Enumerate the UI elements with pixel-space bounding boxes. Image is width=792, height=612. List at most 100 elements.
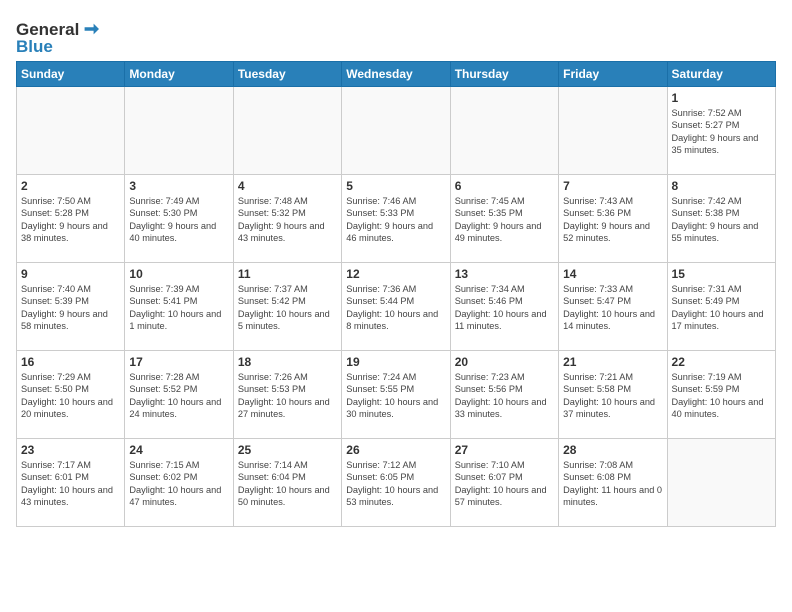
calendar-cell: 19 Sunrise: 7:24 AM Sunset: 5:55 PM Dayli…	[342, 351, 450, 439]
calendar-cell: 1Sunrise: 7:52 AM Sunset: 5:27 PM Daylig…	[667, 87, 775, 175]
day-info: Sunrise: 7:10 AM Sunset: 6:07 PM Dayligh…	[455, 459, 554, 509]
day-info: Sunrise: 7:08 AM Sunset: 6:08 PM Dayligh…	[563, 459, 662, 509]
day-info: Sunrise: 7:48 AM Sunset: 5:32 PM Dayligh…	[238, 195, 337, 245]
weekday-header-thursday: Thursday	[450, 62, 558, 87]
day-info: Sunrise: 7:28 AM Sunset: 5:52 PM Dayligh…	[129, 371, 228, 421]
day-number: 23	[21, 443, 120, 457]
day-number: 5	[346, 179, 445, 193]
calendar-cell: 20 Sunrise: 7:23 AM Sunset: 5:56 PM Dayli…	[450, 351, 558, 439]
calendar-week-1: 2 Sunrise: 7:50 AM Sunset: 5:28 PM Daylig…	[17, 175, 776, 263]
day-number: 3	[129, 179, 228, 193]
calendar-cell: 24Sunrise: 7:15 AM Sunset: 6:02 PM Dayli…	[125, 439, 233, 527]
calendar-cell: 8Sunrise: 7:42 AM Sunset: 5:38 PM Daylig…	[667, 175, 775, 263]
calendar-cell: 16 Sunrise: 7:29 AM Sunset: 5:50 PM Dayli…	[17, 351, 125, 439]
day-number: 28	[563, 443, 662, 457]
day-number: 13	[455, 267, 554, 281]
day-info: Sunrise: 7:24 AM Sunset: 5:55 PM Dayligh…	[346, 371, 445, 421]
weekday-header-wednesday: Wednesday	[342, 62, 450, 87]
calendar-cell: 14 Sunrise: 7:33 AM Sunset: 5:47 PM Dayli…	[559, 263, 667, 351]
logo: General Blue	[16, 20, 99, 55]
calendar-cell	[667, 439, 775, 527]
day-info: Sunrise: 7:36 AM Sunset: 5:44 PM Dayligh…	[346, 283, 445, 333]
day-number: 19	[346, 355, 445, 369]
weekday-header-sunday: Sunday	[17, 62, 125, 87]
calendar-cell: 22 Sunrise: 7:19 AM Sunset: 5:59 PM Dayli…	[667, 351, 775, 439]
calendar-week-4: 23 Sunrise: 7:17 AM Sunset: 6:01 PM Dayli…	[17, 439, 776, 527]
day-info: Sunrise: 7:19 AM Sunset: 5:59 PM Dayligh…	[672, 371, 771, 421]
day-number: 9	[21, 267, 120, 281]
day-info: Sunrise: 7:37 AM Sunset: 5:42 PM Dayligh…	[238, 283, 337, 333]
day-number: 26	[346, 443, 445, 457]
calendar-cell	[17, 87, 125, 175]
day-info: Sunrise: 7:26 AM Sunset: 5:53 PM Dayligh…	[238, 371, 337, 421]
day-number: 14	[563, 267, 662, 281]
calendar-week-2: 9 Sunrise: 7:40 AM Sunset: 5:39 PM Daylig…	[17, 263, 776, 351]
calendar-cell: 17 Sunrise: 7:28 AM Sunset: 5:52 PM Dayli…	[125, 351, 233, 439]
calendar-cell: 15 Sunrise: 7:31 AM Sunset: 5:49 PM Dayli…	[667, 263, 775, 351]
day-number: 18	[238, 355, 337, 369]
calendar-cell: 4 Sunrise: 7:48 AM Sunset: 5:32 PM Daylig…	[233, 175, 341, 263]
day-info: Sunrise: 7:29 AM Sunset: 5:50 PM Dayligh…	[21, 371, 120, 421]
calendar-cell	[342, 87, 450, 175]
calendar-cell: 10 Sunrise: 7:39 AM Sunset: 5:41 PM Dayli…	[125, 263, 233, 351]
day-info: Sunrise: 7:50 AM Sunset: 5:28 PM Dayligh…	[21, 195, 120, 245]
day-info: Sunrise: 7:23 AM Sunset: 5:56 PM Dayligh…	[455, 371, 554, 421]
calendar-cell: 26 Sunrise: 7:12 AM Sunset: 6:05 PM Dayli…	[342, 439, 450, 527]
calendar-cell: 21Sunrise: 7:21 AM Sunset: 5:58 PM Dayli…	[559, 351, 667, 439]
day-info: Sunrise: 7:43 AM Sunset: 5:36 PM Dayligh…	[563, 195, 662, 245]
day-number: 17	[129, 355, 228, 369]
day-info: Sunrise: 7:31 AM Sunset: 5:49 PM Dayligh…	[672, 283, 771, 333]
day-info: Sunrise: 7:45 AM Sunset: 5:35 PM Dayligh…	[455, 195, 554, 245]
calendar-cell: 25 Sunrise: 7:14 AM Sunset: 6:04 PM Dayli…	[233, 439, 341, 527]
calendar-cell: 3Sunrise: 7:49 AM Sunset: 5:30 PM Daylig…	[125, 175, 233, 263]
day-info: Sunrise: 7:17 AM Sunset: 6:01 PM Dayligh…	[21, 459, 120, 509]
day-info: Sunrise: 7:40 AM Sunset: 5:39 PM Dayligh…	[21, 283, 120, 333]
calendar-week-3: 16 Sunrise: 7:29 AM Sunset: 5:50 PM Dayli…	[17, 351, 776, 439]
calendar-cell: 23 Sunrise: 7:17 AM Sunset: 6:01 PM Dayli…	[17, 439, 125, 527]
day-number: 21	[563, 355, 662, 369]
day-info: Sunrise: 7:39 AM Sunset: 5:41 PM Dayligh…	[129, 283, 228, 333]
day-info: Sunrise: 7:15 AM Sunset: 6:02 PM Dayligh…	[129, 459, 228, 509]
calendar-cell: 6 Sunrise: 7:45 AM Sunset: 5:35 PM Daylig…	[450, 175, 558, 263]
logo-icon	[81, 20, 99, 38]
logo-general-text: General	[16, 21, 79, 38]
day-number: 22	[672, 355, 771, 369]
calendar-cell: 27 Sunrise: 7:10 AM Sunset: 6:07 PM Dayli…	[450, 439, 558, 527]
day-number: 11	[238, 267, 337, 281]
calendar-cell: 11 Sunrise: 7:37 AM Sunset: 5:42 PM Dayli…	[233, 263, 341, 351]
weekday-header-saturday: Saturday	[667, 62, 775, 87]
calendar-cell: 12 Sunrise: 7:36 AM Sunset: 5:44 PM Dayli…	[342, 263, 450, 351]
day-info: Sunrise: 7:14 AM Sunset: 6:04 PM Dayligh…	[238, 459, 337, 509]
calendar-cell: 9 Sunrise: 7:40 AM Sunset: 5:39 PM Daylig…	[17, 263, 125, 351]
logo-blue-text: Blue	[16, 38, 53, 55]
calendar-table: SundayMondayTuesdayWednesdayThursdayFrid…	[16, 61, 776, 527]
calendar-cell: 7 Sunrise: 7:43 AM Sunset: 5:36 PM Daylig…	[559, 175, 667, 263]
day-number: 20	[455, 355, 554, 369]
day-number: 2	[21, 179, 120, 193]
calendar-cell	[450, 87, 558, 175]
header: General Blue	[16, 16, 776, 55]
calendar-cell: 5Sunrise: 7:46 AM Sunset: 5:33 PM Daylig…	[342, 175, 450, 263]
calendar-cell	[559, 87, 667, 175]
day-number: 16	[21, 355, 120, 369]
calendar-cell: 28 Sunrise: 7:08 AM Sunset: 6:08 PM Dayli…	[559, 439, 667, 527]
day-info: Sunrise: 7:12 AM Sunset: 6:05 PM Dayligh…	[346, 459, 445, 509]
day-number: 10	[129, 267, 228, 281]
day-number: 4	[238, 179, 337, 193]
weekday-header-monday: Monday	[125, 62, 233, 87]
day-number: 12	[346, 267, 445, 281]
day-number: 8	[672, 179, 771, 193]
day-info: Sunrise: 7:33 AM Sunset: 5:47 PM Dayligh…	[563, 283, 662, 333]
day-number: 7	[563, 179, 662, 193]
day-number: 25	[238, 443, 337, 457]
weekday-header-friday: Friday	[559, 62, 667, 87]
day-info: Sunrise: 7:34 AM Sunset: 5:46 PM Dayligh…	[455, 283, 554, 333]
calendar-cell: 13 Sunrise: 7:34 AM Sunset: 5:46 PM Dayli…	[450, 263, 558, 351]
day-number: 15	[672, 267, 771, 281]
calendar-cell: 18 Sunrise: 7:26 AM Sunset: 5:53 PM Dayli…	[233, 351, 341, 439]
day-number: 27	[455, 443, 554, 457]
day-info: Sunrise: 7:52 AM Sunset: 5:27 PM Dayligh…	[672, 107, 771, 157]
calendar-week-0: 1Sunrise: 7:52 AM Sunset: 5:27 PM Daylig…	[17, 87, 776, 175]
weekday-header-tuesday: Tuesday	[233, 62, 341, 87]
day-number: 6	[455, 179, 554, 193]
